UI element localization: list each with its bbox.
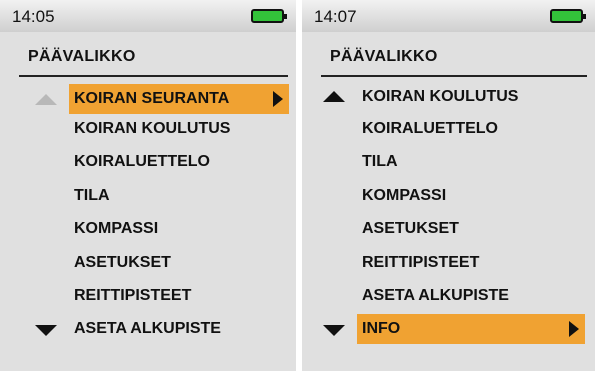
menu-item-koiraluettelo[interactable]: KOIRALUETTELO (357, 114, 585, 144)
menu-item-label: ASETA ALKUPISTE (74, 320, 221, 337)
menu-item-label: TILA (362, 153, 398, 170)
menu-item-label: KOIRAN SEURANTA (74, 90, 230, 107)
menu-item-koiran-koulutus[interactable]: KOIRAN KOULUTUS (357, 82, 585, 112)
chevron-right-icon (273, 91, 283, 107)
title-divider (321, 75, 587, 77)
menu-item-label: TILA (74, 187, 110, 204)
battery-icon (550, 9, 586, 23)
menu-item-label: KOIRALUETTELO (74, 153, 210, 170)
menu-title: PÄÄVALIKKO (28, 48, 136, 65)
menu-item-kompassi[interactable]: KOMPASSI (357, 181, 585, 211)
battery-icon (251, 9, 287, 23)
menu-item-aseta-alkupiste[interactable]: ASETA ALKUPISTE (69, 314, 289, 344)
chevron-right-icon (569, 321, 579, 337)
status-bar: 14:05 (0, 0, 296, 32)
menu-item-koiraluettelo[interactable]: KOIRALUETTELO (69, 147, 289, 177)
menu-item-label: REITTIPISTEET (74, 287, 192, 304)
menu-item-koiran-seuranta[interactable]: KOIRAN SEURANTA (69, 84, 289, 114)
menu-item-kompassi[interactable]: KOMPASSI (69, 214, 289, 244)
scroll-up-icon[interactable] (323, 91, 345, 102)
title-divider (19, 75, 288, 77)
menu-item-label: KOMPASSI (362, 187, 447, 204)
device-screen-left: 14:05 PÄÄVALIKKO KOIRAN SEURANTA KOIRAN … (0, 0, 296, 371)
menu-item-label: ASETA ALKUPISTE (362, 287, 509, 304)
menu-item-label: KOIRAN KOULUTUS (362, 88, 519, 105)
menu-item-reittipisteet[interactable]: REITTIPISTEET (357, 248, 585, 278)
scroll-down-icon[interactable] (35, 325, 57, 336)
menu-item-aseta-alkupiste[interactable]: ASETA ALKUPISTE (357, 281, 585, 311)
menu-item-asetukset[interactable]: ASETUKSET (357, 214, 585, 244)
menu-item-label: INFO (362, 320, 401, 337)
menu-item-label: ASETUKSET (362, 220, 459, 237)
menu-item-label: ASETUKSET (74, 254, 171, 271)
menu-item-reittipisteet[interactable]: REITTIPISTEET (69, 281, 289, 311)
scroll-down-icon[interactable] (323, 325, 345, 336)
menu-item-asetukset[interactable]: ASETUKSET (69, 248, 289, 278)
menu-item-tila[interactable]: TILA (69, 181, 289, 211)
device-screen-right: 14:07 PÄÄVALIKKO KOIRAN KOULUTUS KOIRALU… (302, 0, 595, 371)
menu-item-label: KOMPASSI (74, 220, 159, 237)
menu-item-label: KOIRAN KOULUTUS (74, 120, 231, 137)
menu-item-label: REITTIPISTEET (362, 254, 480, 271)
menu-item-label: KOIRALUETTELO (362, 120, 498, 137)
menu-item-koiran-koulutus[interactable]: KOIRAN KOULUTUS (69, 114, 289, 144)
clock-time: 14:05 (12, 7, 55, 26)
menu-item-tila[interactable]: TILA (357, 147, 585, 177)
menu-item-info[interactable]: INFO (357, 314, 585, 344)
menu-title: PÄÄVALIKKO (330, 48, 438, 65)
clock-time: 14:07 (314, 7, 357, 26)
status-bar: 14:07 (302, 0, 595, 32)
scroll-up-icon[interactable] (35, 94, 57, 105)
